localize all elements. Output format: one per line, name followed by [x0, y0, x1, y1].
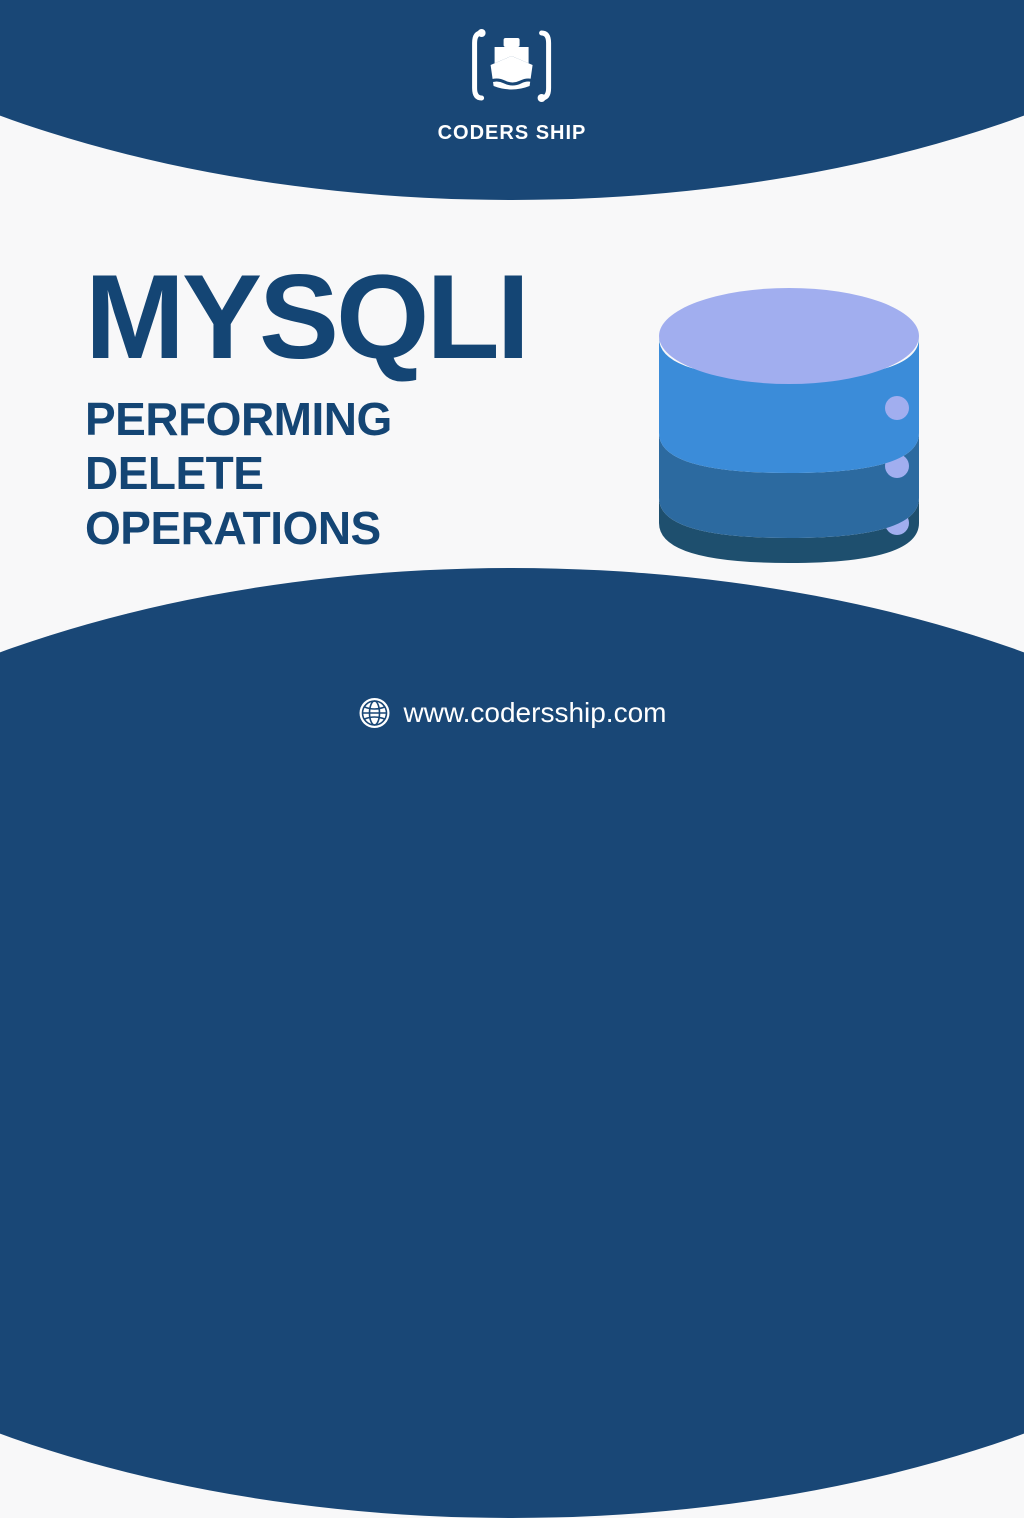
main-content: MYSQLI PERFORMING DELETE OPERATIONS	[85, 260, 527, 555]
brand-name: CODERS SHIP	[438, 122, 587, 145]
subtitle-line: OPERATIONS	[85, 501, 527, 555]
subtitle-line: DELETE	[85, 446, 527, 500]
ship-logo-icon	[467, 18, 557, 118]
database-icon	[639, 268, 939, 583]
footer-link[interactable]: www.codersship.com	[358, 696, 667, 730]
website-url: www.codersship.com	[404, 697, 667, 729]
page-title: MYSQLI	[85, 260, 527, 374]
page-subtitle: PERFORMING DELETE OPERATIONS	[85, 392, 527, 555]
brand-logo-block: CODERS SHIP	[438, 18, 587, 145]
globe-icon	[358, 696, 392, 730]
subtitle-line: PERFORMING	[85, 392, 527, 446]
